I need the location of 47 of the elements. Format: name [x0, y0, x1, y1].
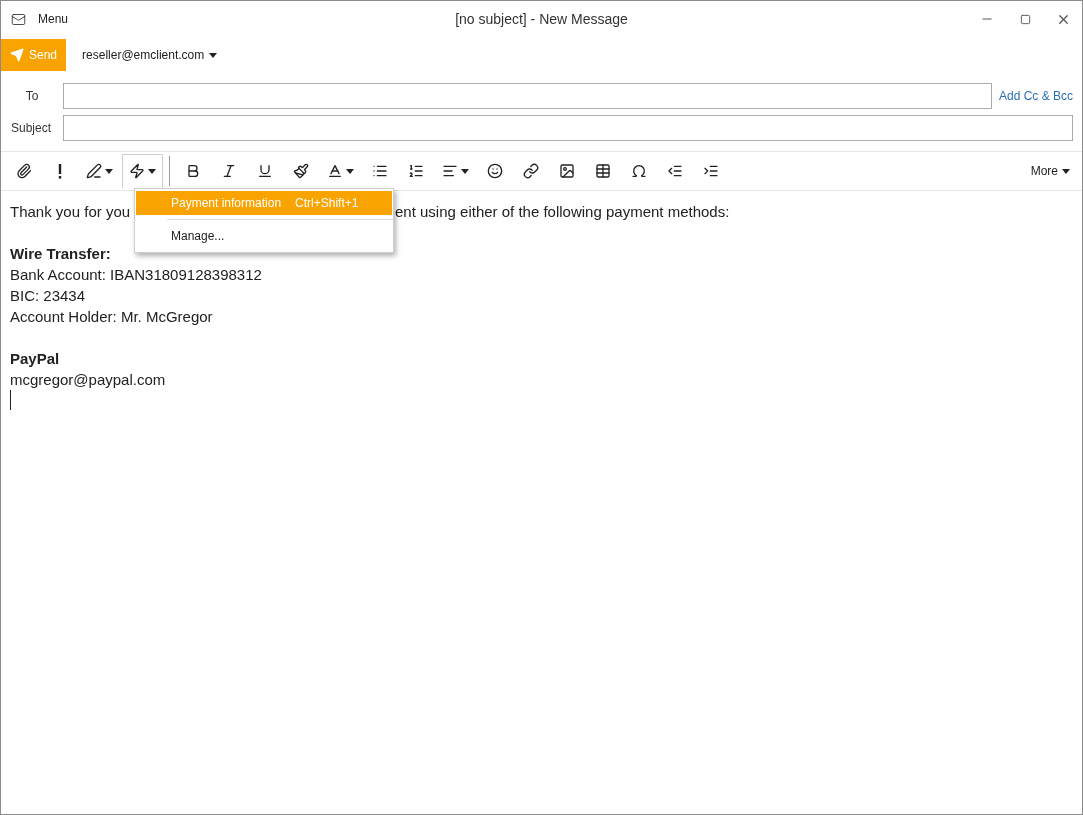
link-icon [523, 163, 539, 179]
underline-icon [257, 163, 273, 179]
input-field[interactable] [63, 83, 992, 109]
menu-button[interactable]: Menu [11, 11, 69, 27]
more-button[interactable]: More [1024, 163, 1076, 179]
body-text: Wire Transfer: [10, 244, 112, 264]
maximize-icon [1019, 13, 1031, 25]
lightning-icon [129, 163, 145, 179]
image-icon [559, 163, 575, 179]
indent-icon [703, 163, 719, 179]
field-label: Subject [10, 121, 53, 135]
body-text: BIC: 23434 [10, 286, 87, 306]
field-label: To [24, 89, 40, 103]
body-text: Account Holder: Mr. McGregor [10, 307, 214, 327]
paperclip-icon [16, 163, 32, 179]
bold-icon [185, 163, 201, 179]
italic-icon [221, 163, 237, 179]
exclamation-icon [58, 163, 62, 179]
body-text: ent using either of the following payment methods: [395, 202, 731, 222]
align-left-icon [442, 163, 458, 179]
account-selector[interactable]: reseller@emclient.com [82, 48, 218, 62]
text-cursor [10, 390, 11, 410]
caret-icon [209, 52, 218, 58]
body-text: mcgregor@paypal.com [10, 370, 167, 390]
smiley-icon [487, 163, 503, 179]
body-text: Bank Account: IBAN31809128398312 [10, 265, 263, 285]
caret-icon [148, 168, 156, 174]
caret-icon [346, 168, 354, 174]
envelope-icon [11, 11, 26, 27]
outdent-icon [667, 163, 683, 179]
table-icon [595, 163, 611, 179]
caret-icon [461, 168, 469, 174]
numbered-list-icon [408, 163, 424, 179]
input-field[interactable] [63, 115, 1073, 141]
bullet-list-icon [372, 163, 388, 179]
paintbrush-icon [293, 163, 309, 179]
body-text: Thank you for you [10, 202, 131, 222]
paper-plane-icon [10, 48, 24, 62]
toolbar-button[interactable] [122, 154, 163, 188]
add-cc-bcc-link[interactable]: Add Cc & Bcc [998, 89, 1073, 103]
body-text: PayPal [10, 349, 61, 369]
window-title: [no subject] - New Message [455, 11, 628, 27]
font-color-icon [327, 163, 343, 179]
pen-icon [86, 163, 102, 179]
caret-icon [105, 168, 113, 174]
caret-icon [1062, 168, 1070, 174]
omega-icon [631, 163, 647, 179]
